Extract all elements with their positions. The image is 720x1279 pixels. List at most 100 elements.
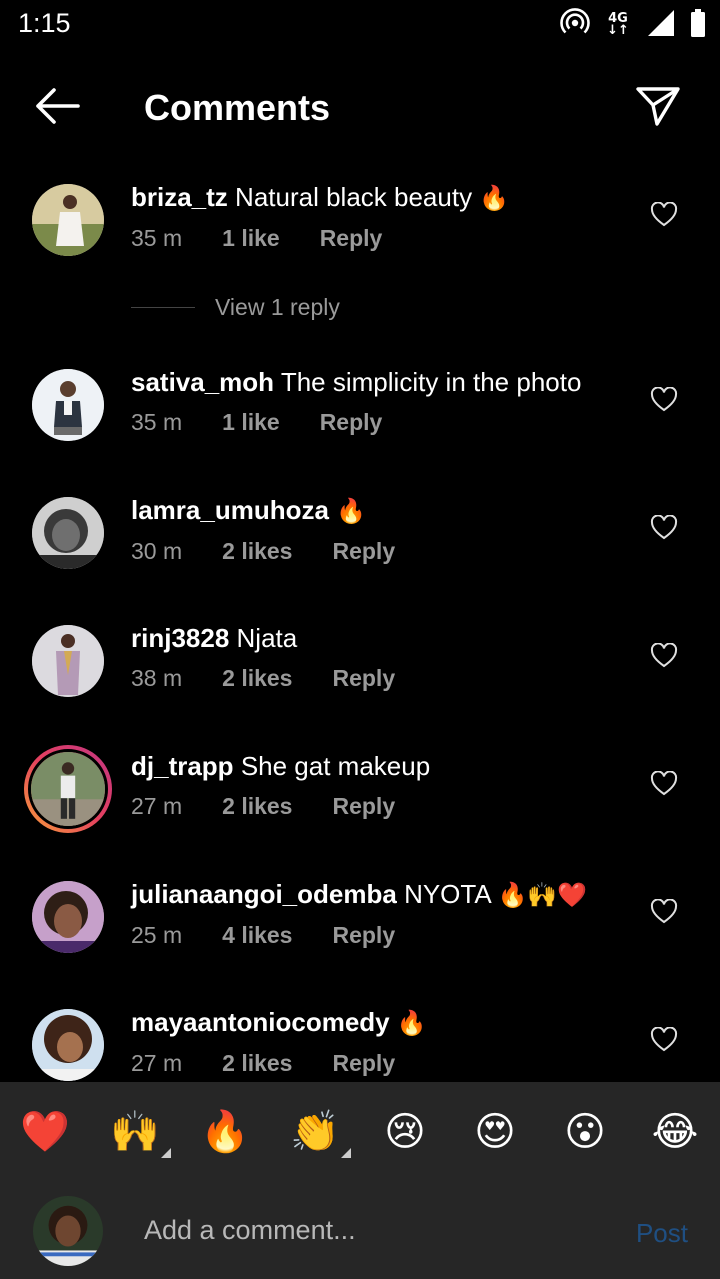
tears-of-joy-emoji-button[interactable]: 😂 (645, 1102, 705, 1162)
divider (131, 306, 195, 308)
comment-body: mayaantoniocomedy 🔥 27 m 2 likes Reply (131, 1005, 631, 1077)
comment-body: julianaangoi_odemba NYOTA 🔥🙌❤️ 25 m 4 li… (131, 877, 631, 949)
like-button[interactable] (650, 770, 678, 797)
status-bar: 1:15 4G ↓↑ (0, 0, 720, 50)
comment-meta: 35 m 1 like Reply (131, 225, 631, 252)
comment-body: dj_trapp She gat makeup 27 m 2 likes Rep… (131, 749, 631, 820)
like-button[interactable] (650, 514, 678, 541)
comment-meta: 27 m 2 likes Reply (131, 1050, 631, 1077)
comment-username[interactable]: mayaantoniocomedy (131, 1007, 390, 1037)
avatar-image (32, 184, 104, 256)
comment-emoji: 🔥 (479, 184, 510, 212)
avatar[interactable] (32, 625, 104, 697)
comment-text: The simplicity in the photo (280, 367, 582, 397)
comment-username[interactable]: rinj3828 (131, 623, 229, 653)
raising-hands-emoji-button[interactable]: 🙌 (105, 1102, 171, 1162)
fire-emoji-button[interactable]: 🔥 (195, 1102, 255, 1162)
current-user-avatar (33, 1196, 103, 1266)
status-time: 1:15 (18, 8, 71, 38)
heart-outline-icon (650, 642, 678, 668)
avatar (28, 749, 108, 829)
red-heart-emoji-button[interactable]: ❤️ (15, 1102, 75, 1162)
comment-timestamp: 35 m (131, 409, 183, 435)
avatar-with-story-ring[interactable] (24, 745, 112, 833)
clapping-hands-emoji-button[interactable]: 👏 (285, 1102, 351, 1162)
crying-face-emoji-button[interactable]: 😢 (375, 1102, 435, 1162)
avatar[interactable] (32, 497, 104, 569)
comment-meta: 30 m 2 likes Reply (131, 538, 631, 565)
share-button[interactable] (632, 84, 684, 132)
like-button[interactable] (650, 1026, 678, 1053)
comment-item: rinj3828 Njata 38 m 2 likes Reply (0, 623, 720, 723)
comment-likes[interactable]: 2 likes (222, 665, 292, 692)
reply-button[interactable]: Reply (332, 793, 395, 820)
comments-header: Comments (0, 66, 720, 150)
comment-body: briza_tz Natural black beauty 🔥 35 m 1 l… (131, 180, 631, 252)
comment-text: NYOTA (404, 879, 491, 909)
comment-timestamp: 35 m (131, 225, 183, 251)
heart-eyes-emoji-button[interactable]: 😍 (465, 1102, 525, 1162)
reply-button[interactable]: Reply (332, 1050, 395, 1077)
comment-text: Natural black beauty (235, 182, 473, 212)
comment-text-line: julianaangoi_odemba NYOTA 🔥🙌❤️ (131, 877, 631, 912)
like-button[interactable] (650, 201, 678, 228)
comment-item: briza_tz Natural black beauty 🔥 35 m 1 l… (0, 182, 720, 282)
avatar-image (32, 881, 104, 953)
avatar[interactable] (32, 1009, 104, 1081)
comment-likes[interactable]: 2 likes (222, 538, 292, 565)
comment-likes[interactable]: 1 like (222, 409, 280, 436)
comment-input[interactable] (144, 1208, 594, 1252)
comment-text-line: sativa_moh The simplicity in the photo (131, 365, 631, 399)
reply-button[interactable]: Reply (332, 538, 395, 565)
like-button[interactable] (650, 642, 678, 669)
avatar[interactable] (32, 369, 104, 441)
like-button[interactable] (650, 898, 678, 925)
comment-emoji: 🔥🙌❤️ (497, 881, 588, 909)
comment-item: lamra_umuhoza 🔥 30 m 2 likes Reply (0, 495, 720, 595)
comment-composer: Post (0, 1182, 720, 1279)
battery-icon (690, 8, 706, 43)
reply-button[interactable]: Reply (320, 409, 383, 436)
comment-likes[interactable]: 4 likes (222, 922, 292, 949)
surprised-face-emoji-button[interactable]: 😮 (555, 1102, 615, 1162)
reply-button[interactable]: Reply (332, 665, 395, 692)
avatar[interactable] (32, 184, 104, 256)
back-button[interactable] (28, 86, 84, 130)
avatar[interactable] (32, 881, 104, 953)
comment-body: lamra_umuhoza 🔥 30 m 2 likes Reply (131, 493, 631, 565)
view-replies-label: View 1 reply (215, 293, 340, 320)
comment-body: rinj3828 Njata 38 m 2 likes Reply (131, 621, 631, 692)
avatar-image (32, 497, 104, 569)
view-replies-button[interactable]: View 1 reply (131, 292, 340, 322)
variant-indicator-icon (161, 1148, 171, 1158)
heart-outline-icon (650, 1026, 678, 1052)
comment-username[interactable]: julianaangoi_odemba (131, 879, 397, 909)
comment-text: She gat makeup (240, 751, 431, 781)
avatar-image (32, 625, 104, 697)
comment-username[interactable]: dj_trapp (131, 751, 234, 781)
comment-timestamp: 27 m (131, 793, 183, 819)
comment-username[interactable]: lamra_umuhoza (131, 495, 329, 525)
comment-item: dj_trapp She gat makeup 27 m 2 likes Rep… (0, 745, 720, 851)
comment-text-line: briza_tz Natural black beauty 🔥 (131, 180, 631, 215)
reply-button[interactable]: Reply (320, 225, 383, 252)
comment-likes[interactable]: 2 likes (222, 793, 292, 820)
comment-timestamp: 38 m (131, 665, 183, 691)
comment-likes[interactable]: 2 likes (222, 1050, 292, 1077)
hotspot-icon (560, 7, 590, 43)
comment-meta: 35 m 1 like Reply (131, 409, 631, 436)
avatar-image (32, 369, 104, 441)
comment-username[interactable]: briza_tz (131, 182, 228, 212)
post-button[interactable]: Post (636, 1218, 688, 1249)
comment-text: Njata (236, 623, 298, 653)
arrow-left-icon (32, 86, 80, 131)
comment-likes[interactable]: 1 like (222, 225, 280, 252)
heart-outline-icon (650, 201, 678, 227)
network-type-indicator: 4G ↓↑ (604, 12, 632, 37)
like-button[interactable] (650, 386, 678, 413)
reply-button[interactable]: Reply (332, 922, 395, 949)
comment-text-line: dj_trapp She gat makeup (131, 749, 631, 783)
comment-username[interactable]: sativa_moh (131, 367, 274, 397)
paper-plane-icon (635, 85, 681, 132)
comment-emoji: 🔥 (396, 1009, 427, 1037)
